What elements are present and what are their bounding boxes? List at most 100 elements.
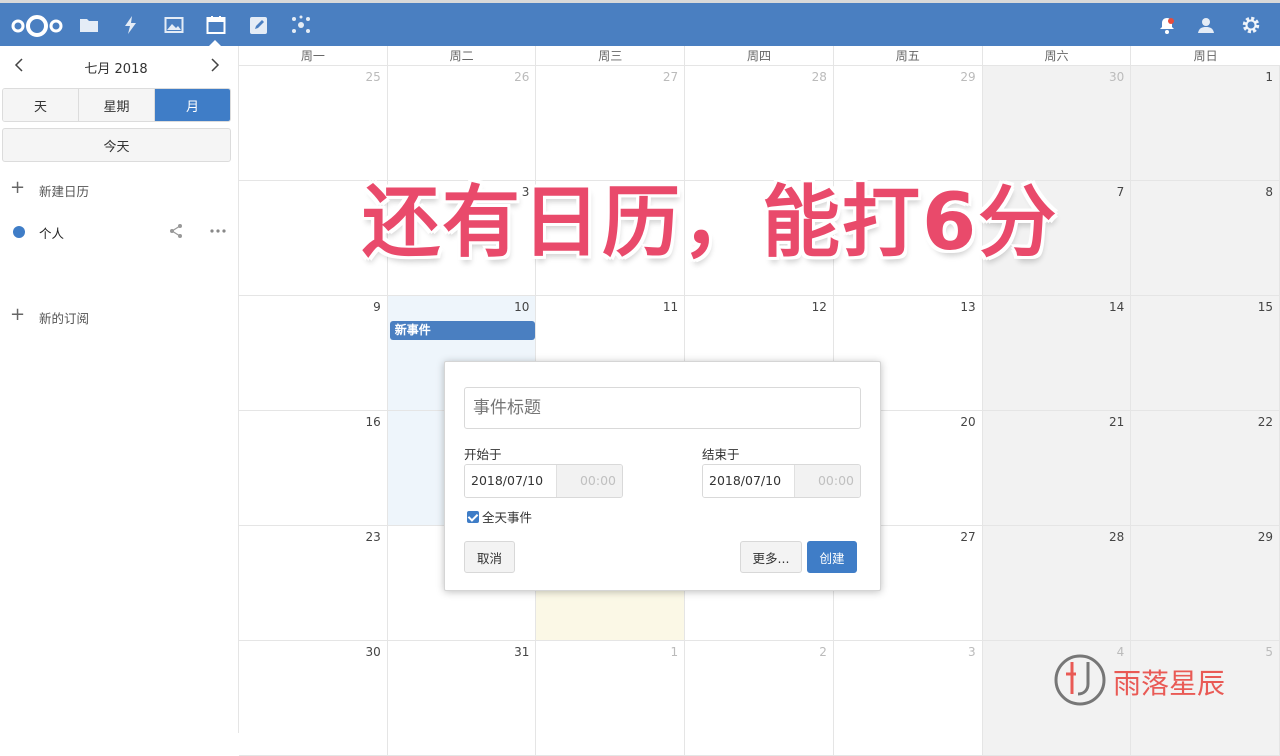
- day-cell[interactable]: 28: [982, 526, 1132, 641]
- view-switcher: 天 星期 月: [2, 88, 231, 122]
- day-cell[interactable]: 16: [239, 411, 388, 526]
- day-number: 23: [365, 530, 381, 544]
- day-number: 2: [819, 645, 827, 659]
- day-cell[interactable]: 30: [239, 641, 388, 756]
- day-number: 3: [967, 645, 976, 659]
- day-cell[interactable]: 1: [536, 641, 686, 756]
- end-label: 结束于: [702, 447, 740, 462]
- end-datetime: 2018/07/10 00:00: [702, 464, 861, 498]
- start-label: 开始于: [464, 447, 502, 462]
- end-time-input: 00:00: [795, 465, 860, 497]
- day-number: 8: [1265, 185, 1274, 199]
- day-cell[interactable]: 21: [982, 411, 1132, 526]
- day-number: 1: [1265, 70, 1274, 84]
- weekday-tue: 周二: [387, 46, 537, 66]
- event-new[interactable]: 新事件: [389, 321, 535, 340]
- circles-icon[interactable]: [291, 15, 311, 35]
- notifications-icon[interactable]: [1157, 15, 1177, 35]
- notes-icon[interactable]: [249, 15, 269, 35]
- day-number: 10: [514, 300, 530, 314]
- day-number: 31: [514, 645, 530, 659]
- weekday-wed: 周三: [536, 46, 686, 66]
- calendar-name: 个人: [39, 226, 65, 241]
- calendar-color-dot: [13, 226, 25, 238]
- month-navigation: 七月 2018: [0, 54, 239, 78]
- weekday-sun: 周日: [1131, 46, 1280, 66]
- day-number: 16: [365, 415, 381, 429]
- day-number: 26: [514, 70, 530, 84]
- day-number: 12: [811, 300, 827, 314]
- plus-icon: +: [10, 304, 26, 325]
- day-cell[interactable]: 1: [1131, 66, 1280, 181]
- day-number: 21: [1109, 415, 1125, 429]
- weekday-mon: 周一: [239, 46, 388, 66]
- contacts-icon[interactable]: [1196, 15, 1216, 35]
- view-week-button[interactable]: 星期: [79, 89, 155, 121]
- settings-icon[interactable]: [1241, 15, 1261, 35]
- start-date-input[interactable]: 2018/07/10: [465, 465, 557, 497]
- new-subscription-item[interactable]: + 新的订阅: [0, 305, 239, 329]
- day-number: 14: [1109, 300, 1125, 314]
- day-cell[interactable]: 23: [239, 526, 388, 641]
- day-cell[interactable]: 9: [239, 296, 388, 411]
- plus-icon: +: [10, 177, 26, 198]
- weekday-header: 周一 周二 周三 周四 周五 周六 周日: [239, 46, 1280, 66]
- day-number: 30: [365, 645, 381, 659]
- chevron-right-icon[interactable]: [205, 56, 223, 74]
- watermark: 雨落星辰: [1052, 652, 1242, 708]
- day-number: 1: [670, 645, 679, 659]
- day-cell[interactable]: 8: [1131, 181, 1280, 296]
- day-number: 30: [1109, 70, 1125, 84]
- weekday-sat: 周六: [982, 46, 1132, 66]
- day-cell[interactable]: 15: [1131, 296, 1280, 411]
- day-cell[interactable]: 2: [685, 641, 834, 756]
- chevron-left-icon[interactable]: [11, 56, 29, 74]
- view-month-button[interactable]: 月: [155, 89, 230, 121]
- watermark-text: 雨落星辰: [1113, 667, 1226, 700]
- nextcloud-logo[interactable]: [10, 14, 64, 42]
- day-number: 15: [1257, 300, 1274, 314]
- day-number: 11: [662, 300, 679, 314]
- event-title-input[interactable]: [464, 387, 861, 429]
- start-datetime: 2018/07/10 00:00: [464, 464, 623, 498]
- calendar-item-personal[interactable]: 个人: [0, 220, 239, 244]
- day-cell[interactable]: 29: [1131, 526, 1280, 641]
- new-calendar-item[interactable]: + 新建日历: [0, 178, 239, 202]
- weekday-thu: 周四: [685, 46, 834, 66]
- files-icon[interactable]: [79, 15, 99, 35]
- current-month-label[interactable]: 七月 2018: [50, 58, 182, 77]
- top-app-bar: [0, 0, 1280, 47]
- activity-icon[interactable]: [121, 15, 141, 35]
- overlay-caption: 还有日历，能打6分: [362, 178, 1059, 268]
- sidebar: 七月 2018 天 星期 月 今天 + 新建日历 个人 + 新的订阅: [0, 46, 239, 733]
- cancel-button[interactable]: 取消: [464, 541, 515, 573]
- day-cell[interactable]: 3: [833, 641, 983, 756]
- new-calendar-label: 新建日历: [39, 184, 90, 199]
- more-button[interactable]: 更多...: [740, 541, 802, 573]
- day-number: 29: [1257, 530, 1274, 544]
- day-cell[interactable]: 31: [387, 641, 537, 756]
- day-cell[interactable]: 22: [1131, 411, 1280, 526]
- day-number: 27: [960, 530, 976, 544]
- end-date-input[interactable]: 2018/07/10: [703, 465, 795, 497]
- day-cell[interactable]: 14: [982, 296, 1132, 411]
- allday-toggle[interactable]: 全天事件: [467, 507, 532, 526]
- today-button[interactable]: 今天: [2, 128, 231, 162]
- day-number: 20: [960, 415, 976, 429]
- share-icon[interactable]: [168, 223, 184, 239]
- allday-checkbox[interactable]: [467, 510, 479, 523]
- create-button[interactable]: 创建: [807, 541, 857, 573]
- calendar-icon[interactable]: [206, 15, 226, 35]
- day-number: 22: [1257, 415, 1274, 429]
- day-number: 7: [1116, 185, 1125, 199]
- start-time-input: 00:00: [557, 465, 622, 497]
- more-options-icon[interactable]: [209, 223, 227, 239]
- day-number: 5: [1265, 645, 1274, 659]
- allday-label: 全天事件: [482, 510, 533, 525]
- day-number: 28: [1109, 530, 1125, 544]
- day-number: 9: [373, 300, 381, 314]
- new-event-popover: 开始于 结束于 2018/07/10 00:00 2018/07/10 00:0…: [444, 361, 881, 591]
- weekday-fri: 周五: [833, 46, 983, 66]
- gallery-icon[interactable]: [164, 15, 184, 35]
- view-day-button[interactable]: 天: [3, 89, 79, 121]
